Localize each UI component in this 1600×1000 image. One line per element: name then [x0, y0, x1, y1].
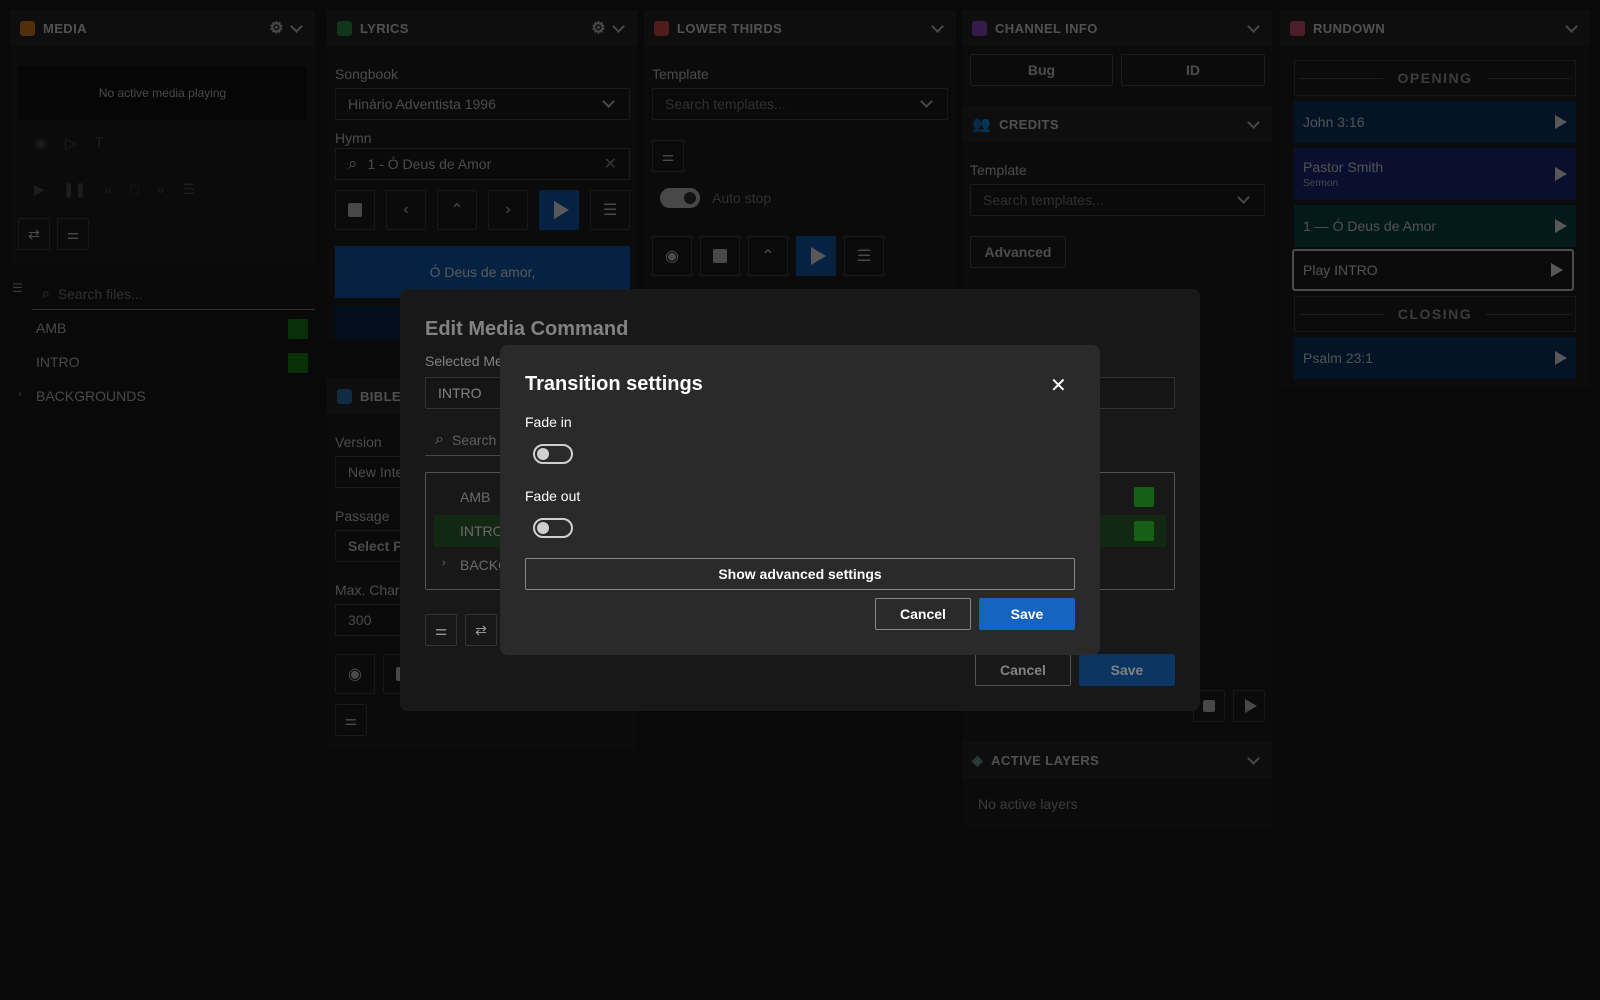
cancel-label: Cancel	[900, 606, 946, 622]
close-icon[interactable]: ✕	[1050, 373, 1067, 398]
show-advanced-settings-button[interactable]: Show advanced settings	[525, 558, 1075, 590]
fade-in-toggle[interactable]	[533, 444, 573, 464]
save-label: Save	[1010, 606, 1044, 622]
fade-out-label: Fade out	[525, 488, 581, 504]
dialog-title: Transition settings	[525, 373, 703, 395]
cancel-button[interactable]: Cancel	[875, 598, 971, 630]
save-button[interactable]: Save	[979, 598, 1075, 630]
show-advanced-label: Show advanced settings	[718, 566, 882, 582]
fade-out-toggle[interactable]	[533, 518, 573, 538]
fade-in-label: Fade in	[525, 414, 572, 430]
transition-settings-dialog: Transition settings ✕ Fade in Fade out S…	[500, 345, 1100, 655]
